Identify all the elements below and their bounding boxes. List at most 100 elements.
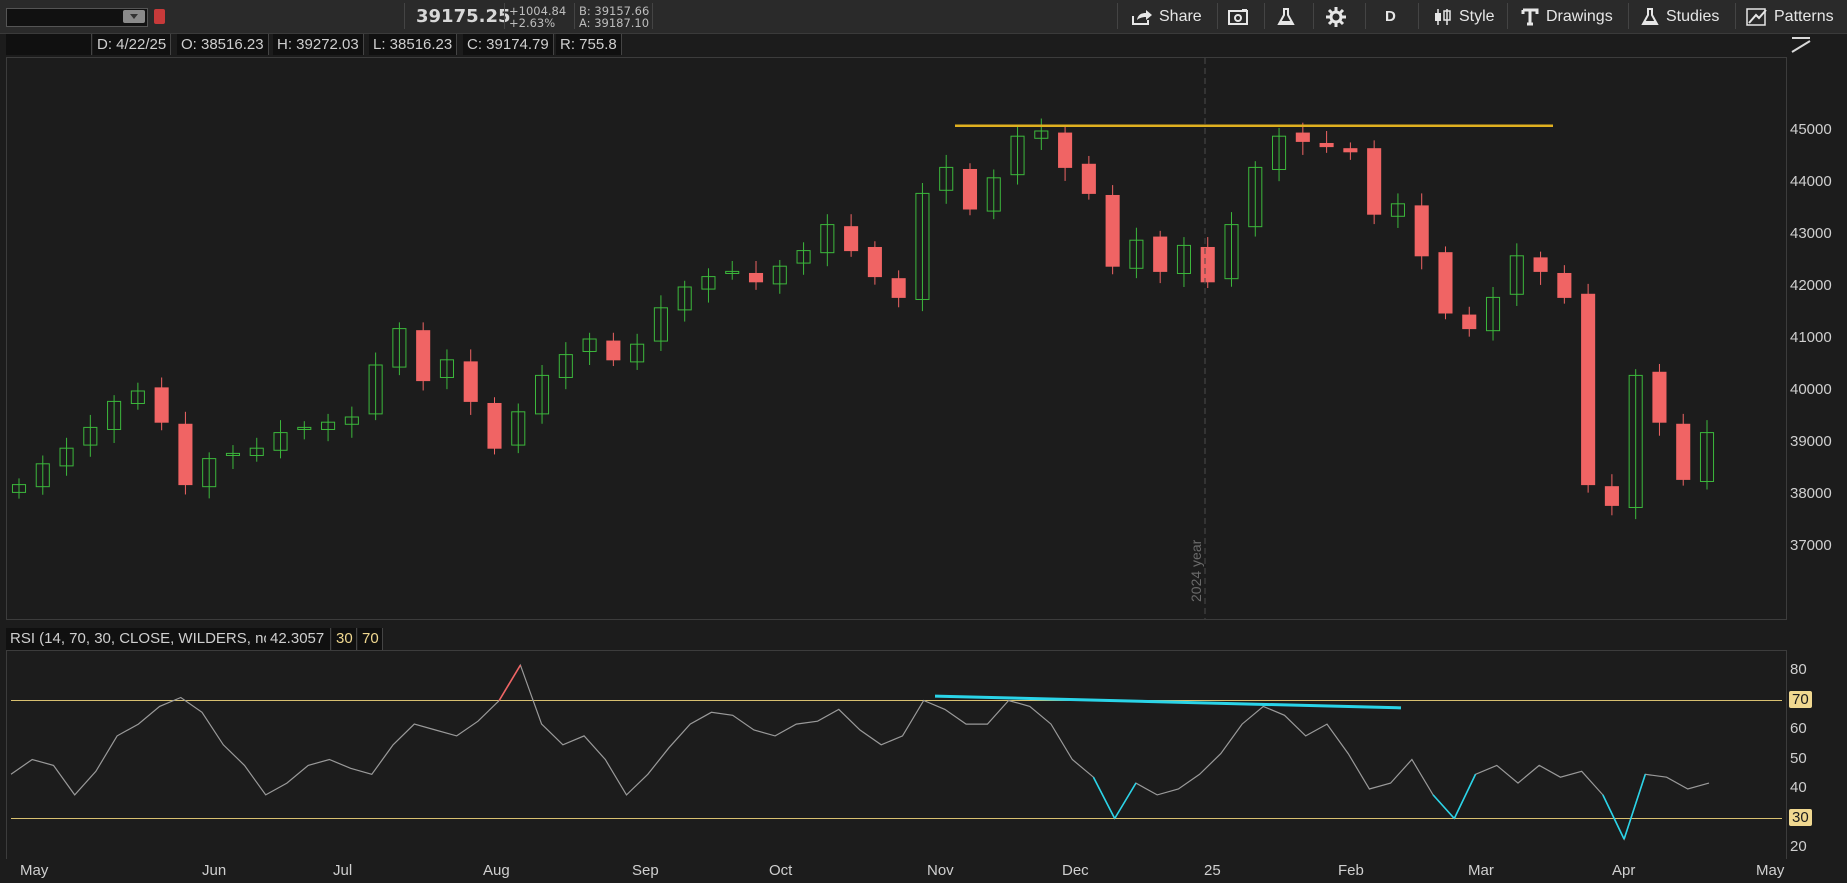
toolbar-divider — [1507, 3, 1508, 29]
candle-body — [748, 272, 764, 283]
patterns-label: Patterns — [1774, 7, 1834, 25]
candle-body — [463, 361, 478, 402]
aggregation-button[interactable]: D — [1385, 0, 1396, 33]
toolbar-divider — [1313, 3, 1314, 29]
drawings-button[interactable]: Drawings — [1520, 0, 1613, 33]
rsi-title[interactable]: RSI (14, 70, 30, CLOSE, WILDERS, no) — [6, 628, 282, 650]
settings-button[interactable] — [1325, 0, 1347, 33]
candle-body — [487, 402, 502, 449]
style-button[interactable]: Style — [1433, 0, 1495, 33]
date-tick-label: Jul — [333, 862, 353, 879]
price-tick-label: 39000 — [1790, 433, 1832, 450]
price-tick-label: 41000 — [1790, 329, 1832, 346]
rsi-extreme-segment — [1114, 782, 1137, 819]
ohlc-readout: D: 4/22/25 O: 38516.23 H: 39272.03 L: 38… — [0, 33, 640, 57]
price-chart-pane[interactable]: 2024 year — [6, 57, 1787, 620]
candle-body — [1604, 486, 1619, 506]
toolbar-divider — [1365, 3, 1366, 29]
snapshot-button[interactable] — [1228, 0, 1250, 33]
price-tick-label: 37000 — [1790, 537, 1832, 554]
rsi-extreme-segment — [1092, 776, 1116, 819]
date-tick-label: Sep — [632, 862, 659, 879]
toolbar-divider — [1217, 3, 1218, 29]
text-tool-icon — [1521, 8, 1539, 25]
candle-body — [416, 330, 431, 382]
rsi-overbought-value: 70 — [358, 628, 383, 650]
candle-body — [1367, 148, 1382, 215]
date-tick-label: Apr — [1612, 862, 1636, 879]
toolbar-divider — [404, 3, 405, 29]
price-axis[interactable]: 45000 44000 43000 42000 41000 40000 39000 38000… — [1786, 57, 1847, 620]
date-tick-label: 25 — [1204, 862, 1221, 879]
candle-body — [1533, 257, 1548, 272]
rsi-pane[interactable] — [6, 650, 1787, 859]
aggregation-label: D — [1385, 8, 1396, 25]
ohlc-date: D: 4/22/25 — [93, 34, 172, 55]
date-tick-label: May — [1756, 862, 1785, 879]
ohlc-low: L: 38516.23 — [369, 34, 458, 55]
candle-body — [962, 168, 978, 210]
ohlc-range: R: 755.8 — [556, 34, 622, 55]
percent-change: +2.63% — [509, 16, 556, 30]
gear-icon — [1326, 6, 1346, 27]
style-label: Style — [1459, 7, 1495, 25]
studies-button[interactable]: Studies — [1640, 0, 1719, 33]
date-tick-label: May — [20, 862, 49, 879]
rsi-value: 42.3057 — [266, 628, 331, 650]
candle-body — [178, 423, 193, 486]
price-chart-svg: 2024 year — [11, 58, 1715, 619]
candle-body — [867, 246, 882, 278]
chart-toolbar: 39175.25 +1004.84 +2.63% B: 39157.66 A: … — [0, 0, 1847, 34]
date-tick-label: Feb — [1338, 862, 1364, 879]
rsi-tick-label: 60 — [1790, 720, 1807, 737]
date-tick-label: Nov — [927, 862, 954, 879]
candle-body — [1200, 246, 1215, 283]
share-label: Share — [1159, 7, 1202, 25]
rsi-oversold-value: 30 — [332, 628, 357, 650]
candle-body — [1462, 314, 1477, 330]
rsi-tick-label: 50 — [1790, 749, 1807, 767]
rsi-tick-label: 20 — [1790, 838, 1807, 855]
date-axis[interactable]: May Jun Jul Aug Sep Oct Nov Dec 25 Feb Mar Apr May — [0, 860, 1847, 883]
toolbar-divider — [504, 3, 505, 29]
share-button[interactable]: Share — [1131, 0, 1202, 33]
rsi-extreme-segment — [1453, 773, 1477, 819]
rsi-axis[interactable]: 80 70 60 50 40 30 20 — [1786, 650, 1847, 860]
rsi-tick-label: 40 — [1790, 779, 1807, 796]
rsi-line — [10, 663, 1710, 841]
price-tick-label: 40000 — [1790, 381, 1832, 398]
candle-body — [606, 340, 621, 361]
candle-body — [891, 278, 906, 298]
flask-icon — [1277, 7, 1295, 25]
toolbar-divider — [1735, 3, 1736, 29]
share-icon — [1132, 9, 1152, 25]
last-price: 39175.25 — [416, 6, 511, 27]
candle-body — [154, 387, 169, 423]
symbol-dropdown-button[interactable] — [123, 10, 145, 23]
flask-button[interactable] — [1276, 0, 1296, 33]
candle-body — [1343, 148, 1358, 153]
rsi-tick-label: 80 — [1790, 661, 1807, 678]
ohlc-open: O: 38516.23 — [177, 34, 269, 55]
symbol-input[interactable] — [6, 8, 148, 27]
toolbar-divider — [1117, 3, 1118, 29]
patterns-button[interactable]: Patterns — [1746, 0, 1834, 33]
link-color-icon[interactable] — [154, 9, 165, 24]
expand-chart-icon[interactable] — [1790, 35, 1812, 55]
toolbar-divider — [1628, 3, 1629, 29]
candlestick-icon — [1435, 8, 1451, 25]
toolbar-divider — [1418, 3, 1419, 29]
rsi-chart-svg — [10, 663, 1782, 841]
candle-body — [1438, 252, 1453, 314]
year-marker-label: 2024 year — [1188, 539, 1204, 602]
candle-body — [1295, 132, 1310, 142]
candle-body — [844, 226, 859, 252]
studies-label: Studies — [1666, 7, 1720, 25]
candle-body — [1557, 272, 1572, 298]
date-tick-label: Mar — [1468, 862, 1494, 879]
candle-body — [1676, 423, 1691, 480]
rsi-extreme-segment — [1602, 794, 1625, 840]
price-tick-label: 43000 — [1790, 225, 1832, 242]
camera-icon — [1228, 8, 1248, 25]
candle-body — [1652, 371, 1667, 423]
